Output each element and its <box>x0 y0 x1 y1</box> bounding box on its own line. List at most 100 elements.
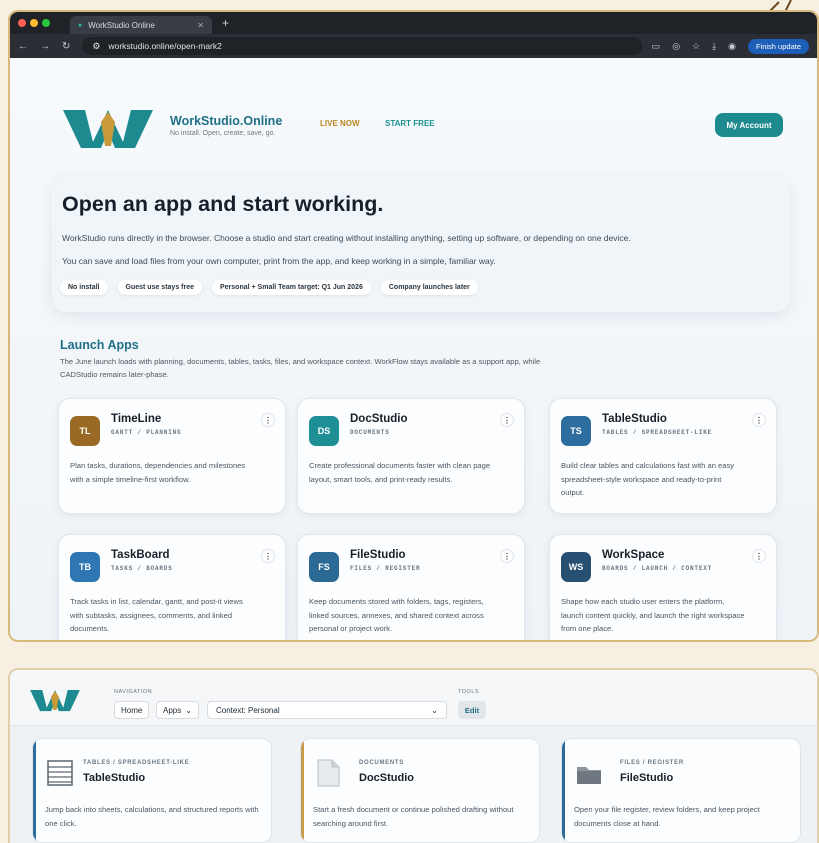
badge: Guest use stays free <box>117 280 202 295</box>
card-accent <box>33 739 36 842</box>
browser-actions: ▭ ◎ ☆ ⤓ ◉ Finish update <box>652 38 809 54</box>
more-options-icon[interactable]: ⋮ <box>500 413 514 427</box>
card-description: Jump back into sheets, calculations, and… <box>45 805 259 828</box>
favicon-icon: ● <box>78 21 83 29</box>
bookmark-star-icon[interactable]: ☆ <box>692 41 700 52</box>
address-bar[interactable]: ⚙ workstudio.online/open-mark2 <box>82 37 642 55</box>
app-card-filestudio[interactable]: FS FileStudio FILES / REGISTER ⋮ Keep do… <box>297 534 525 640</box>
launch-apps-description: The June launch loads with planning, doc… <box>60 357 541 379</box>
context-select[interactable]: Context: Personal ⌄ <box>207 701 447 719</box>
recent-card-docstudio[interactable]: DOCUMENTS DocStudio Start a fresh docume… <box>300 738 540 843</box>
card-description: Start a fresh document or continue polis… <box>313 805 514 828</box>
card-description: Open your file register, review folders,… <box>574 805 760 828</box>
folder-icon <box>577 767 601 784</box>
card-accent <box>301 739 304 842</box>
app-subtitle: TASKS / BOARDS <box>111 565 173 572</box>
app-title: WorkSpace <box>602 549 665 561</box>
new-tab-icon[interactable]: + <box>222 16 229 30</box>
close-tab-icon[interactable]: ✕ <box>197 21 204 30</box>
taskboard-icon: TB <box>70 552 100 582</box>
launch-apps-heading: Launch Apps <box>60 338 139 352</box>
reload-icon[interactable]: ↻ <box>62 41 70 52</box>
app-subtitle: DOCUMENTS <box>350 429 390 436</box>
card-subtitle: DOCUMENTS <box>359 760 404 766</box>
url-bar-row: ← → ↻ ⚙ workstudio.online/open-mark2 ▭ ◎… <box>10 34 817 58</box>
chevron-down-icon: ⌄ <box>185 705 192 715</box>
card-title: DocStudio <box>359 772 414 784</box>
home-button[interactable]: Home <box>114 701 150 719</box>
recent-card-tablestudio[interactable]: TABLES / SPREADSHEET-LIKE TableStudio Ju… <box>32 738 272 843</box>
filestudio-icon: FS <box>309 552 339 582</box>
back-icon[interactable]: ← <box>18 41 28 52</box>
site-info-icon[interactable]: ⚙ <box>92 41 100 52</box>
tab-title: WorkStudio Online <box>88 20 155 30</box>
hero-badges: No install Guest use stays free Personal… <box>60 280 478 295</box>
navigation-bar: NAVIGATION Home Apps ⌄ Context: Personal… <box>10 670 817 726</box>
more-options-icon[interactable]: ⋮ <box>752 413 766 427</box>
tablestudio-icon: TS <box>561 416 591 446</box>
app-title: TableStudio <box>602 413 667 425</box>
app-card-workspace[interactable]: WS WorkSpace BOARDS / LAUNCH / CONTEXT ⋮… <box>549 534 777 640</box>
url-text: workstudio.online/open-mark2 <box>108 41 222 51</box>
navigation-label: NAVIGATION <box>114 689 153 695</box>
timeline-icon: TL <box>70 416 100 446</box>
hero-panel: Open an app and start working. WorkStudi… <box>52 176 790 312</box>
app-subtitle: FILES / REGISTER <box>350 565 421 572</box>
cast-icon[interactable]: ▭ <box>652 41 661 52</box>
card-subtitle: FILES / REGISTER <box>620 760 684 766</box>
card-title: TableStudio <box>83 772 146 784</box>
app-description: Track tasks in list, calendar, gantt, an… <box>70 597 243 633</box>
app-title: TimeLine <box>111 413 162 425</box>
badge: Personal + Small Team target: Q1 Jun 202… <box>212 280 371 295</box>
tools-label: TOOLS <box>458 689 480 695</box>
reader-icon[interactable]: ◎ <box>672 41 680 52</box>
app-description: Keep documents stored with folders, tags… <box>309 597 484 633</box>
forward-icon[interactable]: → <box>40 41 50 52</box>
app-card-timeline[interactable]: TL TimeLine GANTT / PLANNING ⋮ Plan task… <box>58 398 286 514</box>
hero-paragraph-1: WorkStudio runs directly in the browser.… <box>62 233 631 243</box>
hero-title: Open an app and start working. <box>62 192 384 216</box>
workspace-icon: WS <box>561 552 591 582</box>
badge: Company launches later <box>380 280 478 295</box>
app-subtitle: GANTT / PLANNING <box>111 429 182 436</box>
app-description: Plan tasks, durations, dependencies and … <box>70 461 246 484</box>
my-account-button[interactable]: My Account <box>715 113 783 137</box>
profile-icon[interactable]: ◉ <box>728 41 736 52</box>
docstudio-icon: DS <box>309 416 339 446</box>
apps-dropdown[interactable]: Apps ⌄ <box>156 701 199 719</box>
app-description: Build clear tables and calculations fast… <box>561 461 735 497</box>
more-options-icon[interactable]: ⋮ <box>752 549 766 563</box>
finish-update-button[interactable]: Finish update <box>747 38 809 54</box>
download-icon[interactable]: ⤓ <box>712 41 716 52</box>
app-title: DocStudio <box>350 413 408 425</box>
brand-name: WorkStudio.Online <box>170 114 283 128</box>
app-subtitle: TABLES / SPREADSHEET-LIKE <box>602 429 713 436</box>
card-subtitle: TABLES / SPREADSHEET-LIKE <box>83 760 190 766</box>
app-card-docstudio[interactable]: DS DocStudio DOCUMENTS ⋮ Create professi… <box>297 398 525 514</box>
more-options-icon[interactable]: ⋮ <box>500 549 514 563</box>
apps-label: Apps <box>163 705 182 715</box>
badge: No install <box>60 280 108 295</box>
app-description: Shape how each studio user enters the pl… <box>561 597 745 633</box>
recent-card-filestudio[interactable]: FILES / REGISTER FileStudio Open your fi… <box>561 738 801 843</box>
page-content: WorkStudio.Online No install. Open, crea… <box>10 58 817 640</box>
browser-window: ● WorkStudio Online ✕ + ← → ↻ ⚙ workstud… <box>8 10 819 642</box>
app-card-taskboard[interactable]: TB TaskBoard TASKS / BOARDS ⋮ Track task… <box>58 534 286 640</box>
minimize-window-button[interactable] <box>30 19 38 27</box>
close-window-button[interactable] <box>18 19 26 27</box>
live-now-link[interactable]: LIVE NOW <box>320 119 360 128</box>
more-options-icon[interactable]: ⋮ <box>261 549 275 563</box>
app-shell-window: NAVIGATION Home Apps ⌄ Context: Personal… <box>8 668 819 843</box>
more-options-icon[interactable]: ⋮ <box>261 413 275 427</box>
edit-button[interactable]: Edit <box>458 701 486 719</box>
workstudio-logo[interactable] <box>61 104 155 152</box>
maximize-window-button[interactable] <box>42 19 50 27</box>
card-accent <box>562 739 565 842</box>
start-free-link[interactable]: START FREE <box>385 119 435 128</box>
context-value: Context: Personal <box>216 705 280 715</box>
app-title: FileStudio <box>350 549 406 561</box>
app-description: Create professional documents faster wit… <box>309 461 491 484</box>
browser-tab[interactable]: ● WorkStudio Online ✕ <box>70 16 212 34</box>
workstudio-logo-small[interactable] <box>29 686 81 714</box>
app-card-tablestudio[interactable]: TS TableStudio TABLES / SPREADSHEET-LIKE… <box>549 398 777 514</box>
